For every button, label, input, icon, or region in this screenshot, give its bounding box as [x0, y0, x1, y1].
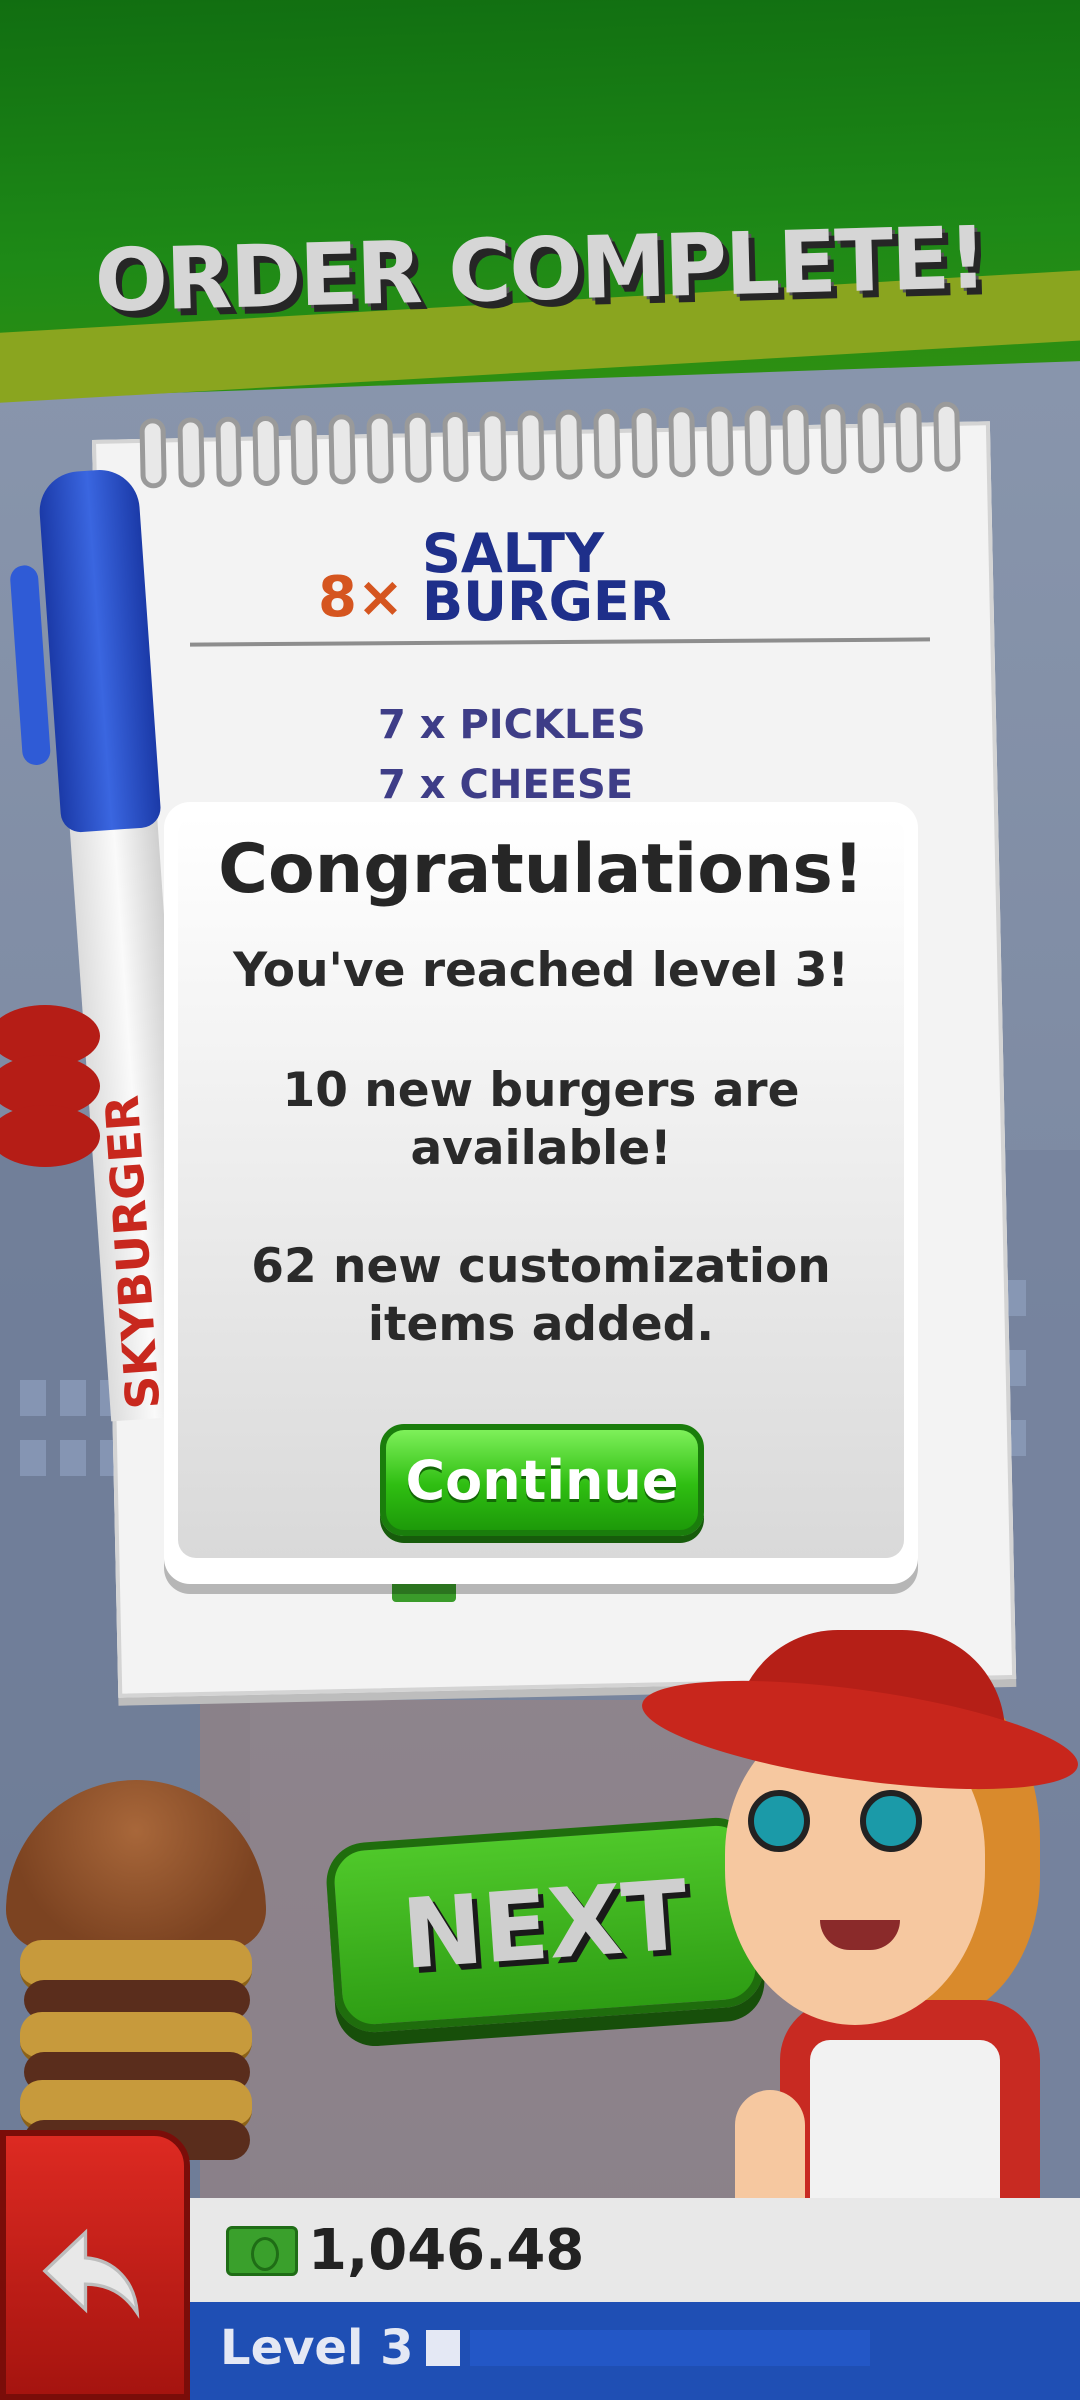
ingredient-line: 7 x PICKLES: [378, 702, 646, 748]
burger-name-line2: BURGER: [422, 570, 672, 633]
burgers-message: 10 new burgers are available!: [282, 1063, 800, 1176]
level-progress-track: [470, 2330, 870, 2366]
cash-amount: 1,046.48: [308, 2218, 585, 2283]
level-message: You've reached level 3!: [233, 943, 849, 998]
order-quantity: 8×: [318, 565, 404, 630]
tomato-slices: [0, 1005, 100, 1185]
items-message: 62 new customization items added.: [251, 1239, 831, 1352]
bottom-hud: 1,046.48 Level 3: [190, 2198, 1080, 2400]
dialog-title: Congratulations!: [218, 830, 864, 909]
continue-button[interactable]: Continue: [380, 1424, 704, 1536]
cash-icon: [226, 2226, 298, 2276]
burger-stack: [6, 1780, 266, 2180]
level-progress-fill: [426, 2330, 460, 2366]
back-button[interactable]: [0, 2130, 190, 2400]
order-burger-name: SALTY BURGER: [422, 527, 672, 633]
level-label: Level 3: [220, 2320, 414, 2376]
back-arrow-icon: [42, 2228, 140, 2319]
level-up-dialog: Congratulations! You've reached level 3!…: [164, 802, 918, 1584]
